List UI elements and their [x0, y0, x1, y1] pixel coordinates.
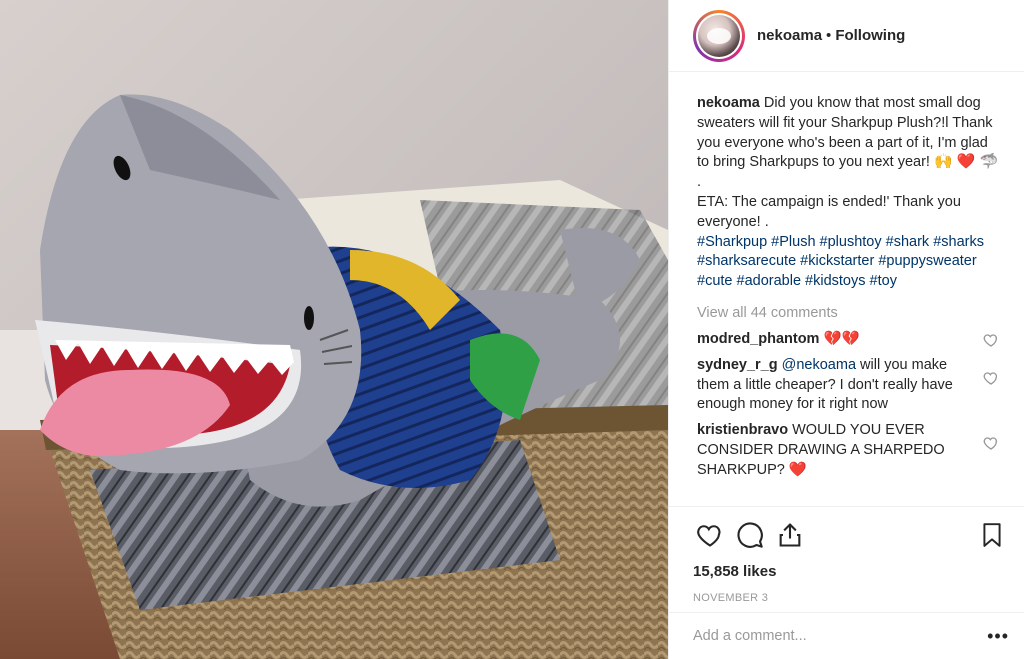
hashtag-link[interactable]: #kickstarter [800, 253, 874, 269]
heart-icon[interactable] [693, 518, 727, 552]
comment-username[interactable]: sydney_r_g [697, 357, 778, 373]
share-icon[interactable] [773, 518, 807, 552]
hashtag-link[interactable]: #toy [870, 273, 897, 289]
action-bar [693, 515, 1009, 555]
bookmark-icon[interactable] [975, 518, 1009, 552]
comment-username[interactable]: modred_phantom [697, 331, 819, 347]
more-options-icon[interactable]: ••• [987, 626, 1009, 647]
comment-text: 💔💔 [823, 330, 860, 347]
hashtag-link[interactable]: #Sharkpup [697, 234, 767, 250]
comment-like-heart-icon[interactable] [983, 435, 999, 451]
comment-item: modred_phantom 💔💔 [697, 330, 1001, 350]
comment-item: sydney_r_g @nekoama will you make them a… [697, 356, 1001, 415]
post-caption: nekoama Did you know that most small dog… [697, 94, 1001, 292]
comment-username[interactable]: kristienbravo [697, 422, 788, 438]
header-separator: • [826, 27, 832, 44]
hashtag-link[interactable]: #cute [697, 273, 732, 289]
add-comment-input[interactable] [693, 628, 988, 644]
shark-plush-photo [0, 0, 668, 659]
add-comment-bar: ••• [669, 612, 1024, 659]
instagram-post: nekoama • Following nekoama Did you know t… [0, 0, 1024, 659]
avatar-image [698, 14, 740, 57]
hashtag-link[interactable]: #plushtoy [820, 234, 882, 250]
likes-count[interactable]: 15,858 likes [693, 563, 1009, 580]
caption-emojis: 🙌 ❤️ 🦈 [933, 153, 999, 171]
hashtag-link[interactable]: #sharks [933, 234, 984, 250]
caption-eta: ETA: The campaign is ended!' Thank you e… [697, 193, 961, 230]
author-username[interactable]: nekoama [757, 27, 822, 44]
hashtag-link[interactable]: #kidstoys [805, 273, 865, 289]
post-header: nekoama • Following [669, 0, 1024, 72]
header-text: nekoama • Following [757, 27, 905, 44]
comments-section[interactable]: nekoama Did you know that most small dog… [669, 72, 1024, 506]
comment-like-heart-icon[interactable] [983, 332, 999, 348]
hashtag-link[interactable]: #adorable [737, 273, 802, 289]
post-date[interactable]: NOVEMBER 3 [693, 592, 1009, 604]
post-photo[interactable] [0, 0, 668, 659]
hashtag-link[interactable]: #puppysweater [878, 253, 976, 269]
hashtag-link[interactable]: #Plush [771, 234, 815, 250]
hashtag-link[interactable]: #sharksarecute [697, 253, 796, 269]
view-all-comments-link[interactable]: View all 44 comments [697, 302, 1001, 324]
comment-icon[interactable] [733, 518, 767, 552]
hashtag-link[interactable]: #shark [886, 234, 930, 250]
post-actions: 15,858 likes NOVEMBER 3 [669, 506, 1024, 604]
avatar[interactable] [693, 9, 745, 62]
comment-mention[interactable]: @nekoama [782, 357, 856, 373]
comment-item: kristienbravo WOULD YOU EVER CONSIDER DR… [697, 421, 1001, 480]
caption-username[interactable]: nekoama [697, 95, 760, 111]
follow-status-button[interactable]: Following [835, 27, 905, 44]
post-side-panel: nekoama • Following nekoama Did you know t… [668, 0, 1024, 659]
caption-dot: . [697, 174, 702, 191]
comment-like-heart-icon[interactable] [983, 370, 999, 386]
